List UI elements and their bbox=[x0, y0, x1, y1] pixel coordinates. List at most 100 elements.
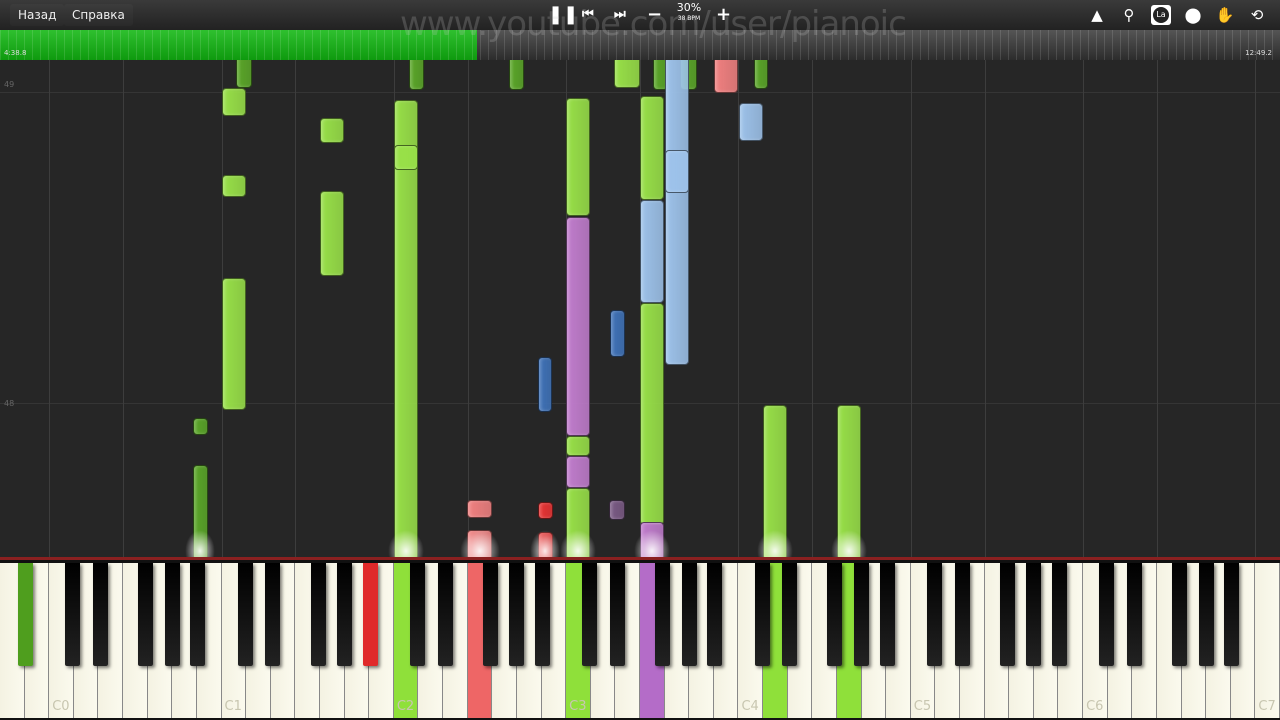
key-hit-glow bbox=[460, 530, 500, 557]
piano-keyboard: C0 C1 C2 C3 C4 C5 C6 C7 bbox=[0, 557, 1280, 720]
falling-note bbox=[640, 96, 664, 200]
back-button[interactable]: Назад bbox=[10, 4, 65, 26]
key-hit-glow bbox=[634, 530, 670, 557]
falling-note bbox=[236, 60, 252, 88]
octave-label: C5 bbox=[913, 699, 932, 714]
key-hit-glow bbox=[560, 530, 596, 557]
falling-note bbox=[739, 103, 763, 141]
black-key-F#4[interactable] bbox=[827, 563, 843, 666]
black-key-F#2[interactable] bbox=[482, 563, 498, 666]
measure-label: 49 bbox=[4, 80, 15, 89]
falling-note bbox=[610, 310, 625, 357]
falling-note bbox=[714, 60, 738, 93]
black-key-A#2[interactable] bbox=[362, 563, 378, 666]
black-key-A#6[interactable] bbox=[1051, 563, 1067, 666]
black-key-C#2[interactable] bbox=[409, 563, 425, 666]
falling-note bbox=[222, 88, 246, 116]
grid-line bbox=[295, 60, 296, 557]
key-hit-glow bbox=[757, 530, 793, 557]
grid-line bbox=[49, 60, 50, 557]
label-icon-text: La bbox=[1153, 7, 1169, 23]
falling-note bbox=[665, 60, 689, 365]
falling-note bbox=[754, 60, 768, 89]
black-key-A#3[interactable] bbox=[535, 563, 551, 666]
black-key-G#2[interactable] bbox=[509, 563, 525, 666]
grid-line bbox=[468, 60, 469, 557]
loop-icon[interactable]: ⟲ bbox=[1247, 5, 1267, 25]
black-key-A#1[interactable] bbox=[190, 563, 206, 666]
key-hit-glow bbox=[185, 530, 215, 557]
black-key-F#0[interactable] bbox=[138, 563, 154, 666]
black-key-C#5[interactable] bbox=[926, 563, 942, 666]
black-key-D#3[interactable] bbox=[609, 563, 625, 666]
octave-label: C6 bbox=[1086, 699, 1104, 714]
elapsed-time: 4:38.8 bbox=[4, 49, 27, 57]
grid-line bbox=[1255, 60, 1256, 557]
falling-note bbox=[640, 303, 664, 525]
metronome-icon[interactable]: ▲ bbox=[1087, 5, 1107, 25]
falling-note bbox=[640, 200, 664, 303]
measure-label: 48 bbox=[4, 399, 15, 408]
black-key-G#5[interactable] bbox=[1026, 563, 1042, 666]
falling-note bbox=[614, 60, 640, 88]
black-key-D#4[interactable] bbox=[782, 563, 798, 666]
black-key-A#0[interactable] bbox=[18, 563, 34, 666]
watermark: www.youtube.com/user/pianoic bbox=[400, 4, 907, 44]
octave-label: C4 bbox=[741, 699, 759, 714]
grid-line bbox=[123, 60, 124, 557]
grid-line bbox=[911, 60, 912, 557]
help-button[interactable]: Справка bbox=[64, 4, 133, 26]
falling-note bbox=[566, 456, 590, 488]
black-key-D#6[interactable] bbox=[1126, 563, 1142, 666]
black-key-D#0[interactable] bbox=[92, 563, 108, 666]
black-key-F#6[interactable] bbox=[1172, 563, 1188, 666]
falling-note bbox=[538, 357, 552, 412]
black-key-F#5[interactable] bbox=[999, 563, 1015, 666]
note-roll: 49 48 bbox=[0, 60, 1280, 557]
grid-line bbox=[812, 60, 813, 557]
black-key-D#5[interactable] bbox=[954, 563, 970, 666]
octave-label: C0 bbox=[52, 699, 70, 714]
black-key-D#2[interactable] bbox=[437, 563, 453, 666]
black-key-A#4[interactable] bbox=[707, 563, 723, 666]
falling-note bbox=[222, 175, 246, 197]
black-key-G#0[interactable] bbox=[164, 563, 180, 666]
black-key-A#7[interactable] bbox=[1224, 563, 1240, 666]
black-key-C#0[interactable] bbox=[65, 563, 81, 666]
black-key-C#4[interactable] bbox=[754, 563, 770, 666]
black-key-G#6[interactable] bbox=[1198, 563, 1214, 666]
grid-line bbox=[985, 60, 986, 557]
black-key-C#6[interactable] bbox=[1099, 563, 1115, 666]
label-icon[interactable]: La bbox=[1151, 5, 1171, 25]
falling-note bbox=[467, 500, 492, 518]
black-key-C#1[interactable] bbox=[237, 563, 253, 666]
falling-note bbox=[566, 98, 590, 216]
location-pin-icon[interactable]: ⬤ bbox=[1183, 5, 1203, 25]
octave-label: C1 bbox=[224, 699, 242, 714]
falling-note bbox=[222, 278, 246, 410]
search-icon[interactable]: ⚲ bbox=[1119, 5, 1139, 25]
white-key-C7[interactable]: C7 bbox=[1255, 563, 1280, 718]
black-key-F#1[interactable] bbox=[310, 563, 326, 666]
black-key-F#3[interactable] bbox=[655, 563, 671, 666]
falling-note bbox=[193, 418, 208, 435]
falling-note bbox=[609, 500, 625, 520]
falling-note bbox=[320, 191, 344, 276]
black-key-A#5[interactable] bbox=[879, 563, 895, 666]
hand-icon[interactable]: ✋ bbox=[1215, 5, 1235, 25]
octave-label: C2 bbox=[396, 699, 415, 714]
key-hit-glow bbox=[530, 530, 560, 557]
octave-label: C3 bbox=[569, 699, 587, 714]
falling-note bbox=[320, 118, 344, 143]
key-hit-glow bbox=[831, 530, 867, 557]
grid-line bbox=[1157, 60, 1158, 557]
black-key-G#1[interactable] bbox=[337, 563, 353, 666]
black-key-G#4[interactable] bbox=[854, 563, 870, 666]
falling-note bbox=[509, 60, 524, 90]
black-key-G#3[interactable] bbox=[681, 563, 697, 666]
total-time: 12:49.2 bbox=[1245, 49, 1272, 57]
black-key-D#1[interactable] bbox=[265, 563, 281, 666]
grid-line bbox=[1083, 60, 1084, 557]
black-key-C#3[interactable] bbox=[582, 563, 598, 666]
falling-note bbox=[538, 502, 553, 519]
